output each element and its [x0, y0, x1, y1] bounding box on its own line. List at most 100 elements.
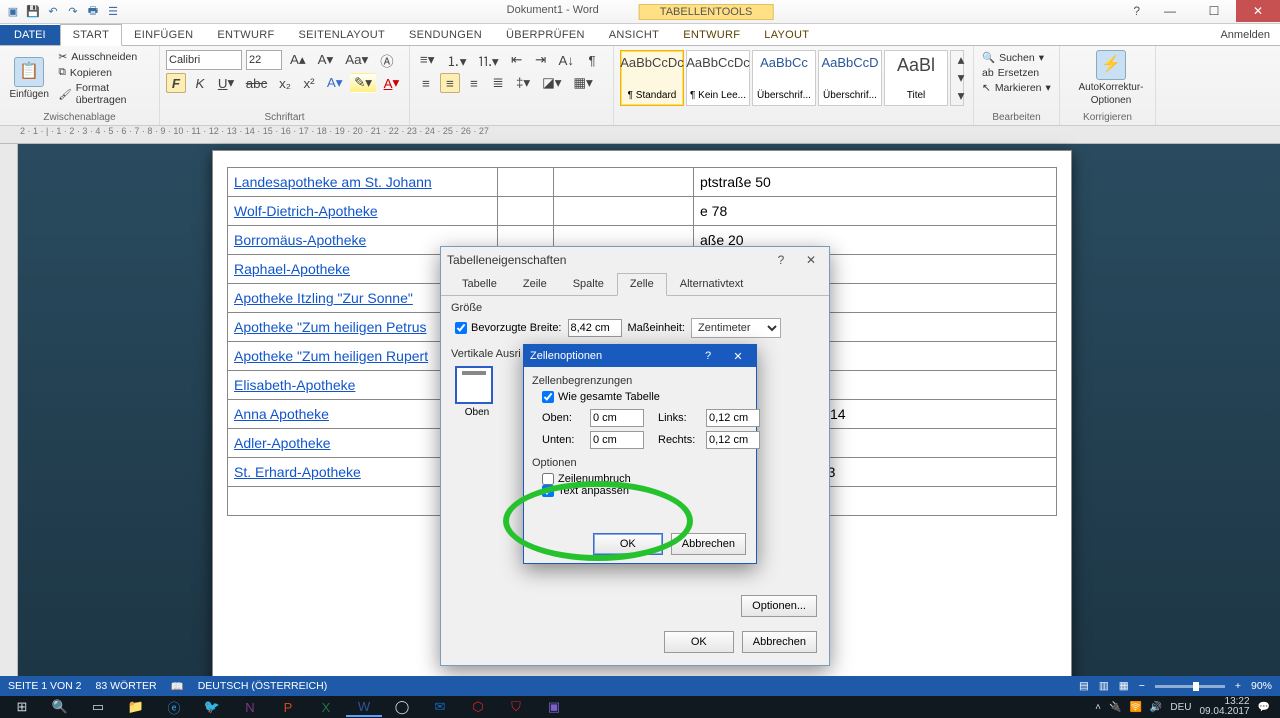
- same-as-table-check[interactable]: Wie gesamte Tabelle: [542, 391, 746, 403]
- find-button[interactable]: 🔍Suchen ▾: [980, 50, 1053, 65]
- table-row[interactable]: Landesapotheke am St. Johann ptstraße 50: [228, 168, 1057, 197]
- save-icon[interactable]: 💾: [26, 5, 40, 19]
- shrink-font-button[interactable]: A▾: [314, 50, 338, 70]
- ie-taskbar-icon[interactable]: ⓔ: [156, 697, 192, 717]
- numbering-button[interactable]: ⒈▾: [442, 50, 470, 70]
- zip-cell[interactable]: [498, 168, 554, 197]
- select-button[interactable]: ↖Markieren ▾: [980, 81, 1053, 95]
- clear-format-button[interactable]: Ⓐ: [376, 50, 397, 70]
- city-cell[interactable]: [554, 197, 694, 226]
- dialog1-ok-button[interactable]: OK: [664, 631, 734, 653]
- signin-link[interactable]: Anmelden: [1210, 25, 1280, 45]
- align-center-button[interactable]: ≡: [440, 73, 460, 93]
- redo-icon[interactable]: ↷: [66, 5, 80, 19]
- margin-top-input[interactable]: [590, 409, 644, 427]
- bullets-button[interactable]: ≡▾: [416, 50, 438, 70]
- tab-zeile[interactable]: Zeile: [510, 273, 560, 295]
- pharmacy-name-cell[interactable]: Landesapotheke am St. Johann: [228, 168, 498, 197]
- style-title[interactable]: AaBlTitel: [884, 50, 948, 106]
- view-print-icon[interactable]: ▥: [1099, 680, 1109, 692]
- word-taskbar-icon[interactable]: W: [346, 697, 382, 717]
- font-size-combo[interactable]: [246, 50, 282, 70]
- address-cell[interactable]: e 78: [694, 197, 1057, 226]
- tab-view[interactable]: ANSICHT: [597, 25, 671, 45]
- dialog1-cancel-button[interactable]: Abbrechen: [742, 631, 817, 653]
- twitter-taskbar-icon[interactable]: 🐦: [194, 697, 230, 717]
- tray-expand-icon[interactable]: ˄: [1095, 702, 1101, 713]
- multilevel-button[interactable]: ⒒▾: [475, 50, 503, 70]
- app-taskbar-icon[interactable]: ⬡: [460, 697, 496, 717]
- volume-icon[interactable]: 🔊: [1150, 702, 1162, 713]
- vertical-ruler[interactable]: [0, 144, 18, 676]
- strike-button[interactable]: abc: [242, 73, 271, 93]
- page-indicator[interactable]: SEITE 1 VON 2: [8, 680, 82, 692]
- styles-down-button[interactable]: ▾: [951, 69, 971, 87]
- style-heading2[interactable]: AaBbCcDÜberschrif...: [818, 50, 882, 106]
- address-cell[interactable]: ptstraße 50: [694, 168, 1057, 197]
- borders-button[interactable]: ▦▾: [569, 73, 596, 93]
- zoom-slider[interactable]: [1155, 685, 1225, 688]
- italic-button[interactable]: K: [190, 73, 210, 93]
- quickprint-icon[interactable]: 🖶: [86, 5, 100, 19]
- tab-design[interactable]: ENTWURF: [205, 25, 286, 45]
- shield-taskbar-icon[interactable]: ⛉: [498, 697, 534, 717]
- fontcolor-button[interactable]: A▾: [380, 73, 403, 93]
- powerpoint-taskbar-icon[interactable]: P: [270, 697, 306, 717]
- margin-right-input[interactable]: [706, 431, 760, 449]
- cut-button[interactable]: ✂Ausschneiden: [56, 50, 153, 64]
- copy-button[interactable]: ⧉Kopieren: [56, 65, 153, 80]
- tab-zelle[interactable]: Zelle: [617, 273, 667, 296]
- tab-start[interactable]: START: [60, 24, 123, 46]
- fit-text-check[interactable]: Text anpassen: [542, 485, 746, 497]
- dialog1-titlebar[interactable]: Tabelleneigenschaften ?✕: [441, 247, 829, 273]
- tab-table-design[interactable]: ENTWURF: [671, 25, 752, 45]
- subscript-button[interactable]: x₂: [275, 73, 295, 93]
- zoom-level[interactable]: 90%: [1251, 680, 1272, 692]
- valign-top-option[interactable]: Oben: [455, 366, 499, 418]
- replace-button[interactable]: abErsetzen: [980, 66, 1053, 80]
- margin-left-input[interactable]: [706, 409, 760, 427]
- options-button[interactable]: Optionen...: [741, 595, 817, 617]
- tray-date[interactable]: 09.04.2017: [1199, 707, 1249, 717]
- tab-spalte[interactable]: Spalte: [560, 273, 617, 295]
- underline-button[interactable]: U▾: [214, 73, 238, 93]
- highlight-button[interactable]: ✎▾: [350, 73, 375, 93]
- change-case-button[interactable]: Aa▾: [341, 50, 372, 70]
- shading-button[interactable]: ◪▾: [538, 73, 565, 93]
- close-button[interactable]: ✕: [1236, 0, 1280, 22]
- view-web-icon[interactable]: ▦: [1119, 680, 1129, 692]
- excel-taskbar-icon[interactable]: X: [308, 697, 344, 717]
- style-heading1[interactable]: AaBbCcÜberschrif...: [752, 50, 816, 106]
- language-indicator[interactable]: DEUTSCH (ÖSTERREICH): [198, 680, 328, 692]
- maximize-button[interactable]: ☐: [1192, 0, 1236, 22]
- tray-language[interactable]: DEU: [1170, 702, 1191, 713]
- dialog2-titlebar[interactable]: Zellenoptionen ?✕: [524, 345, 756, 367]
- search-taskbar-icon[interactable]: 🔍: [42, 697, 78, 717]
- touch-icon[interactable]: ☰: [106, 5, 120, 19]
- wrap-text-check[interactable]: Zeilenumbruch: [542, 473, 746, 485]
- start-button[interactable]: ⊞: [4, 697, 40, 717]
- superscript-button[interactable]: x²: [299, 73, 319, 93]
- tab-tabelle[interactable]: Tabelle: [449, 273, 510, 295]
- paste-button[interactable]: 📋 Einfügen: [6, 57, 52, 100]
- styles-more-button[interactable]: ▾: [951, 87, 971, 105]
- zoom-out-button[interactable]: −: [1139, 680, 1145, 692]
- format-painter-button[interactable]: 🖌Format übertragen: [56, 81, 153, 107]
- tab-table-layout[interactable]: LAYOUT: [752, 25, 821, 45]
- tab-review[interactable]: ÜBERPRÜFEN: [494, 25, 597, 45]
- dialog2-close-icon[interactable]: ✕: [726, 350, 750, 363]
- align-left-button[interactable]: ≡: [416, 73, 436, 93]
- inc-indent-button[interactable]: ⇥: [531, 50, 551, 70]
- sort-button[interactable]: A↓: [555, 50, 579, 70]
- zoom-in-button[interactable]: +: [1235, 680, 1241, 692]
- margin-bottom-input[interactable]: [590, 431, 644, 449]
- onenote-taskbar-icon[interactable]: N: [232, 697, 268, 717]
- style-nospacing[interactable]: AaBbCcDc¶ Kein Lee...: [686, 50, 750, 106]
- dialog1-help-icon[interactable]: ?: [769, 253, 793, 267]
- tab-alt[interactable]: Alternativtext: [667, 273, 757, 295]
- unit-select[interactable]: Zentimeter: [691, 318, 781, 338]
- texteffects-button[interactable]: A▾: [323, 73, 346, 93]
- align-justify-button[interactable]: ≣: [488, 73, 508, 93]
- font-name-combo[interactable]: [166, 50, 242, 70]
- network-icon[interactable]: 🛜: [1129, 702, 1141, 713]
